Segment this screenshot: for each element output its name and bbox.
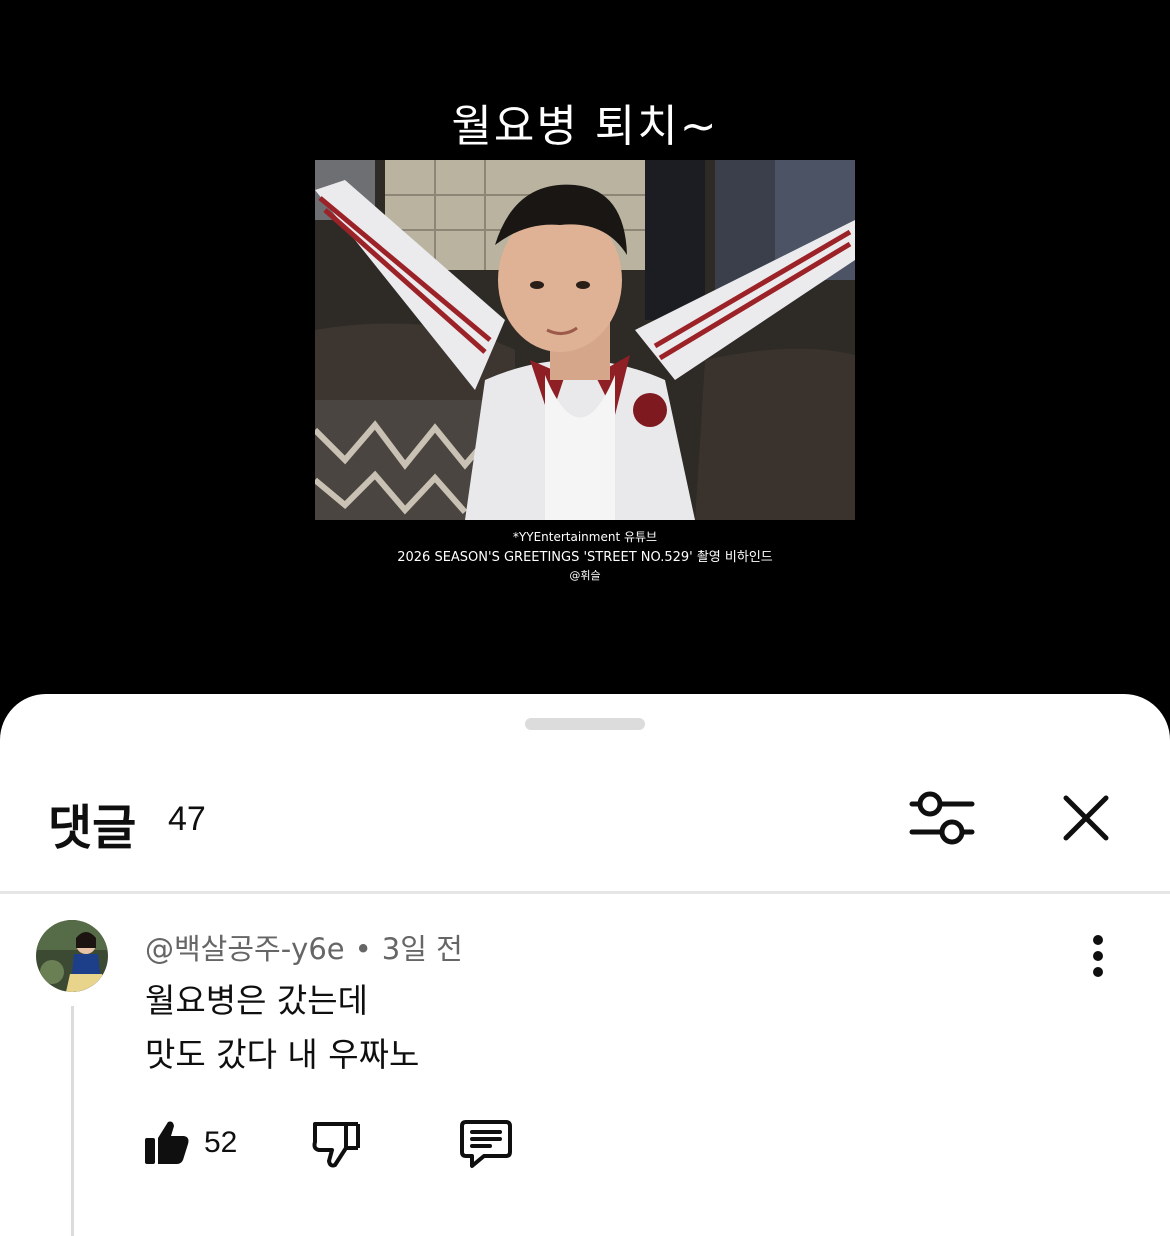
video-player[interactable]: 월요병 퇴치~ *YYEntertainment 유튜브 2026 SEASON… [0,0,1170,700]
comment-text-line: 월요병은 갔는데 [145,981,369,1020]
video-frame [315,160,855,520]
close-icon [1063,795,1109,841]
comments-count: 47 [168,800,206,838]
comment-more-button[interactable] [1080,934,1116,978]
close-button[interactable] [1056,790,1116,850]
more-vertical-icon [1093,935,1103,977]
comments-sheet: 댓글 47 @백살공주-y6e • 3일 전 월요병은 갔는데 맛도 갔다 내 … [0,694,1170,1236]
thumbs-down-icon [312,1122,360,1168]
thread-line [71,1006,74,1236]
like-button[interactable] [142,1118,192,1168]
thumbs-up-icon [145,1121,189,1164]
like-count: 52 [204,1126,238,1159]
comment-author[interactable]: @백살공주-y6e [145,932,345,966]
comment-icon [460,1120,512,1168]
meta-separator: • [354,932,372,966]
header-divider [0,891,1170,894]
comment-time: 3일 전 [381,932,463,966]
avatar[interactable] [36,920,108,992]
video-caption-title: 2026 SEASON'S GREETINGS 'STREET NO.529' … [397,550,773,565]
dislike-button[interactable] [310,1118,362,1170]
sliders-icon [909,791,975,845]
video-caption-source: *YYEntertainment 유튜브 [512,530,658,544]
comment-meta: @백살공주-y6e • 3일 전 [145,926,463,968]
comments-title: 댓글 [48,800,137,856]
drag-handle[interactable] [525,718,645,730]
video-overlay-title: 월요병 퇴치~ [451,101,719,152]
sort-filter-button[interactable] [906,789,978,849]
comment-text-line: 맛도 갔다 내 우짜노 [145,1035,420,1074]
video-caption-credit: @휘슬 [569,569,601,582]
reply-button[interactable] [458,1118,514,1170]
